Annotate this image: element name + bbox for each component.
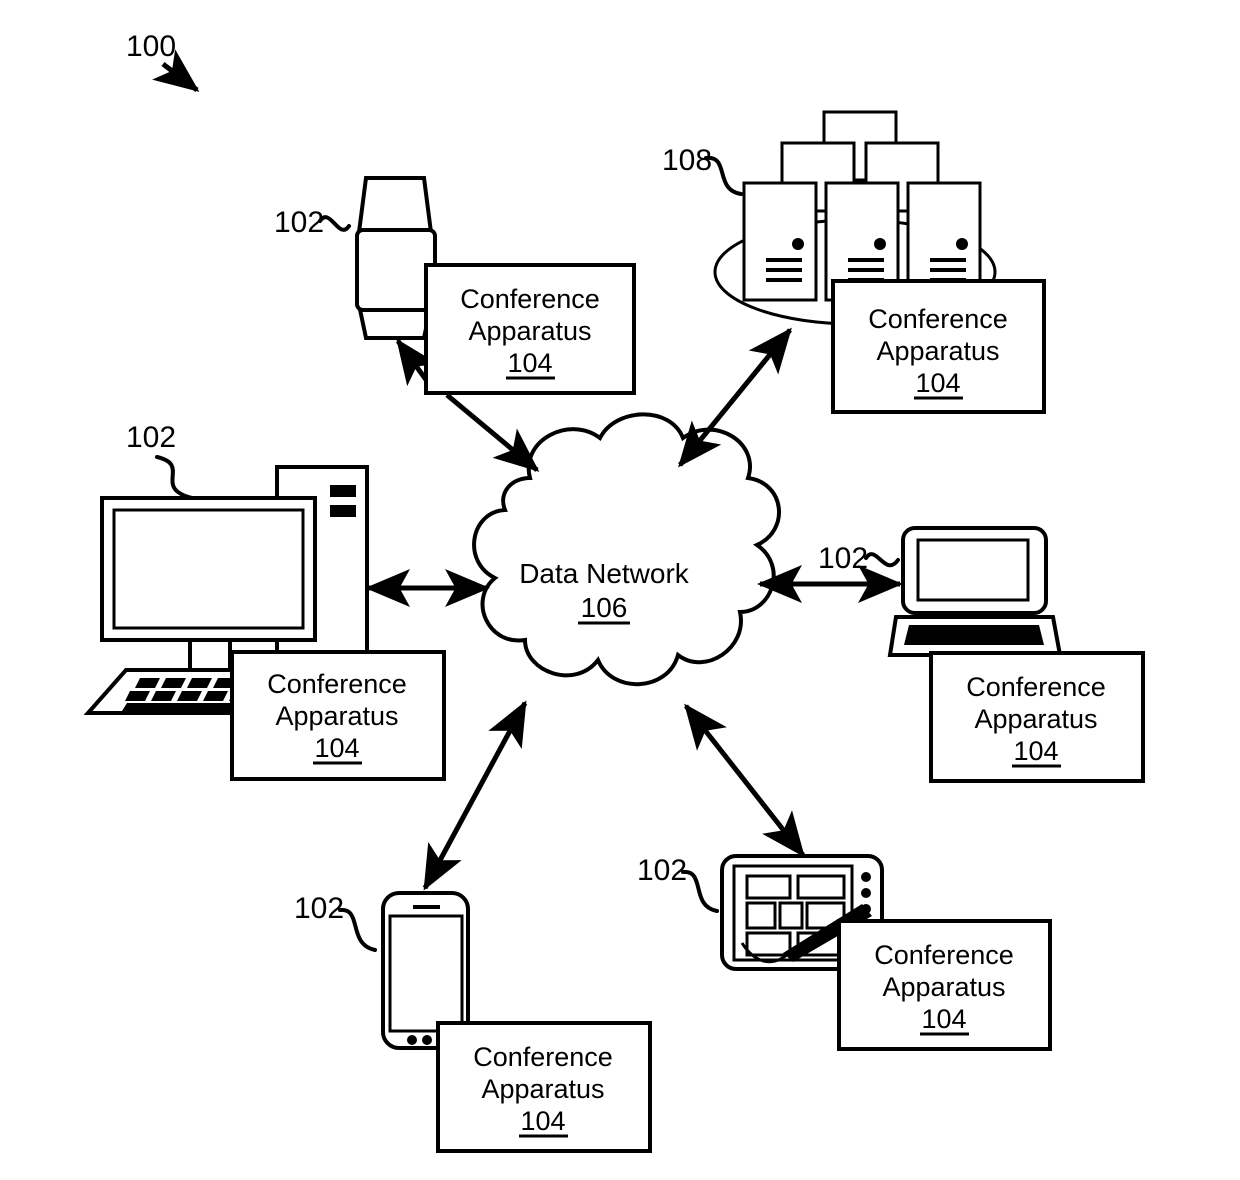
desktop-tower-bay-1: [330, 485, 356, 497]
desktop-apparatus-line2: Apparatus: [275, 701, 398, 731]
server-rack-ref-label: 108: [662, 144, 712, 177]
server-led-right: [956, 238, 968, 250]
smartphone-apparatus-ref: 104: [520, 1106, 565, 1136]
smartwatch-apparatus-ref: 104: [507, 348, 552, 378]
server-apparatus-line1: Conference: [868, 304, 1008, 334]
server-led-left: [792, 238, 804, 250]
laptop-icon: [887, 526, 1063, 657]
figure-number-arrow: [152, 49, 200, 92]
smartwatch-apparatus-line1: Conference: [460, 284, 600, 314]
watch-body: [355, 228, 437, 312]
laptop-ref-callout: 102: [818, 542, 900, 575]
laptop-apparatus-line2: Apparatus: [974, 704, 1097, 734]
smartphone-apparatus-box: Conference Apparatus 104: [436, 1021, 652, 1153]
smartphone-node: 102 Conference Apparatus 104: [294, 891, 652, 1153]
laptop-keyboard: [904, 625, 1044, 645]
server-led-center: [874, 238, 886, 250]
smartwatch-leader-line: [318, 215, 351, 232]
tablet-apparatus-ref: 104: [921, 1004, 966, 1034]
server-apparatus-ref: 104: [915, 368, 960, 398]
smartwatch-ref-label: 102: [274, 206, 324, 239]
arrow-cloud-to-tablet: [684, 703, 805, 858]
smartphone-screen: [388, 914, 464, 1033]
tablet-apparatus-line1: Conference: [874, 940, 1014, 970]
tablet-apparatus-line2: Apparatus: [882, 972, 1005, 1002]
cloud-ref-number: 106: [581, 592, 628, 623]
desktop-leader-line: [155, 455, 194, 500]
laptop-ref-label: 102: [818, 542, 868, 575]
smartphone-ref-label: 102: [294, 892, 344, 925]
tablet-node: 102 Conference Apparatus 104: [637, 854, 1052, 1051]
figure-number-callout: 100: [126, 30, 200, 92]
figure-number-label: 100: [126, 30, 176, 63]
figure-canvas: 100 Data Network 106 102 Conference Appa…: [83, 30, 1145, 1153]
smartphone-ref-callout: 102: [294, 892, 377, 952]
laptop-node: 102 Conference Apparatus 104: [818, 526, 1145, 783]
smartphone-apparatus-line2: Apparatus: [481, 1074, 604, 1104]
laptop-apparatus-line1: Conference: [966, 672, 1106, 702]
smartwatch-apparatus-box: Conference Apparatus 104: [424, 263, 636, 395]
desktop-apparatus-ref: 104: [314, 733, 359, 763]
desktop-apparatus-line1: Conference: [267, 669, 407, 699]
desktop-apparatus-box: Conference Apparatus 104: [230, 650, 446, 781]
tablet-ref-label: 102: [637, 854, 687, 887]
server-rack-node: 108 Conference Apparatus 104: [662, 110, 1046, 414]
laptop-apparatus-ref: 104: [1013, 736, 1058, 766]
desktop-ref-callout: 102: [126, 421, 194, 500]
tablet-button-2: [861, 888, 871, 898]
patent-figure: 100 Data Network 106 102 Conference Appa…: [0, 0, 1240, 1180]
tablet-apparatus-box: Conference Apparatus 104: [837, 919, 1052, 1051]
smartwatch-ref-callout: 102: [274, 206, 351, 239]
tablet-leader-line: [681, 870, 719, 913]
server-tower-left: [742, 181, 818, 302]
desktop-tower-bay-2: [330, 505, 356, 517]
arrow-watchbox-to-cloud: [445, 393, 540, 472]
smartwatch-node: 102 Conference Apparatus 104: [274, 176, 636, 395]
cloud-title: Data Network: [519, 558, 690, 589]
smartwatch-icon: [355, 176, 437, 340]
desktop-computer-node: 102 Conference Apparatus 104: [83, 421, 446, 781]
smartwatch-apparatus-line2: Apparatus: [468, 316, 591, 346]
smartphone-button-1: [407, 1035, 417, 1045]
smartphone-leader-line: [338, 908, 377, 952]
laptop-leader-line: [864, 552, 900, 568]
desktop-monitor-stand: [188, 640, 232, 672]
laptop-screen: [916, 538, 1030, 602]
server-rack-ref-callout: 108: [662, 144, 743, 196]
server-apparatus-line2: Apparatus: [876, 336, 999, 366]
smartphone-apparatus-line1: Conference: [473, 1042, 613, 1072]
smartphone-button-2: [422, 1035, 432, 1045]
tablet-ref-callout: 102: [637, 854, 719, 913]
tablet-button-1: [861, 872, 871, 882]
server-rack-apparatus-box: Conference Apparatus 104: [831, 279, 1046, 414]
desktop-ref-label: 102: [126, 421, 176, 454]
laptop-apparatus-box: Conference Apparatus 104: [929, 651, 1145, 783]
desktop-monitor-screen: [112, 508, 305, 630]
